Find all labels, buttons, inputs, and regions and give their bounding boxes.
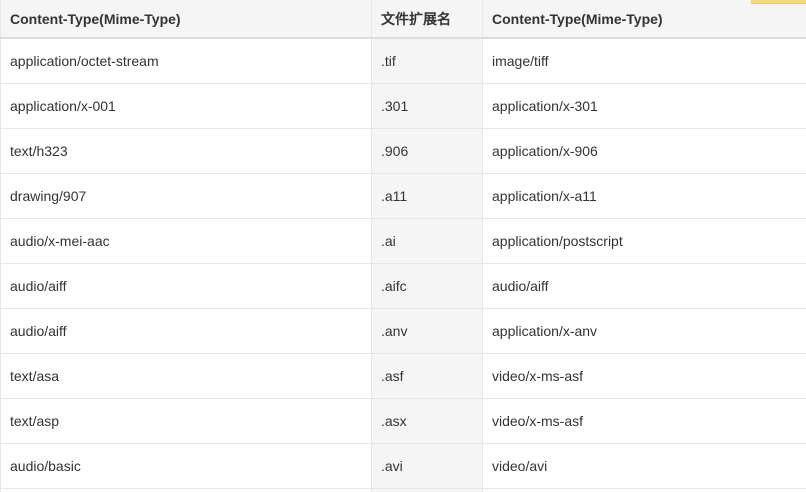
mime-type-cell: application/x-906 — [482, 128, 806, 174]
mime-type-cell: audio/aiff — [0, 308, 372, 354]
mime-type-cell — [0, 488, 372, 492]
mime-type-cell: text/asa — [0, 353, 372, 399]
corner-tab-edge — [751, 0, 806, 4]
mime-type-cell: video/x-ms-asf — [482, 398, 806, 444]
mime-type-table-view: Content-Type(Mime-Type) 文件扩展名 Content-Ty… — [0, 0, 806, 492]
extension-cell: .ai — [371, 218, 483, 264]
extension-cell: .tif — [371, 38, 483, 84]
mime-type-cell: audio/x-mei-aac — [0, 218, 372, 264]
mime-type-cell: audio/aiff — [482, 263, 806, 309]
mime-type-cell: video/x-ms-asf — [482, 353, 806, 399]
extension-cell: .aifc — [371, 263, 483, 309]
extension-cell: .906 — [371, 128, 483, 174]
mime-type-cell: audio/basic — [0, 443, 372, 489]
mime-type-cell: image/tiff — [482, 38, 806, 84]
table-row: audio/aiff .anv application/x-anv — [0, 308, 806, 354]
table-row: text/asp .asx video/x-ms-asf — [0, 398, 806, 444]
header-file-extension: 文件扩展名 — [371, 0, 483, 39]
extension-cell: .asx — [371, 398, 483, 444]
mime-type-cell: application/x-001 — [0, 83, 372, 129]
mime-type-cell: video/avi — [482, 443, 806, 489]
table-row: application/x-001 .301 application/x-301 — [0, 83, 806, 129]
table-row: drawing/907 .a11 application/x-a11 — [0, 173, 806, 219]
header-content-type: Content-Type(Mime-Type) — [0, 0, 372, 39]
mime-type-cell: text/h323 — [0, 128, 372, 174]
mime-type-cell: application/x-anv — [482, 308, 806, 354]
table-row: audio/basic .avi video/avi — [0, 443, 806, 489]
extension-cell: .301 — [371, 83, 483, 129]
table-header-row: Content-Type(Mime-Type) 文件扩展名 Content-Ty… — [0, 0, 806, 39]
mime-type-cell: application/x-a11 — [482, 173, 806, 219]
extension-cell: .asf — [371, 353, 483, 399]
mime-type-cell: text/asp — [0, 398, 372, 444]
extension-cell: .anv — [371, 308, 483, 354]
mime-type-cell: application/x-301 — [482, 83, 806, 129]
extension-cell: .avi — [371, 443, 483, 489]
mime-type-cell: drawing/907 — [0, 173, 372, 219]
mime-type-cell: audio/aiff — [0, 263, 372, 309]
header-content-type-2: Content-Type(Mime-Type) — [482, 0, 806, 39]
extension-cell — [371, 488, 483, 492]
mime-type-cell — [482, 488, 806, 492]
table-row: audio/aiff .aifc audio/aiff — [0, 263, 806, 309]
table-row: audio/x-mei-aac .ai application/postscri… — [0, 218, 806, 264]
table-row: application/octet-stream .tif image/tiff — [0, 38, 806, 84]
table-row: text/h323 .906 application/x-906 — [0, 128, 806, 174]
mime-type-cell: application/octet-stream — [0, 38, 372, 84]
table-row-partial — [0, 488, 806, 492]
extension-cell: .a11 — [371, 173, 483, 219]
table-row: text/asa .asf video/x-ms-asf — [0, 353, 806, 399]
mime-type-table: Content-Type(Mime-Type) 文件扩展名 Content-Ty… — [0, 0, 806, 492]
mime-type-cell: application/postscript — [482, 218, 806, 264]
